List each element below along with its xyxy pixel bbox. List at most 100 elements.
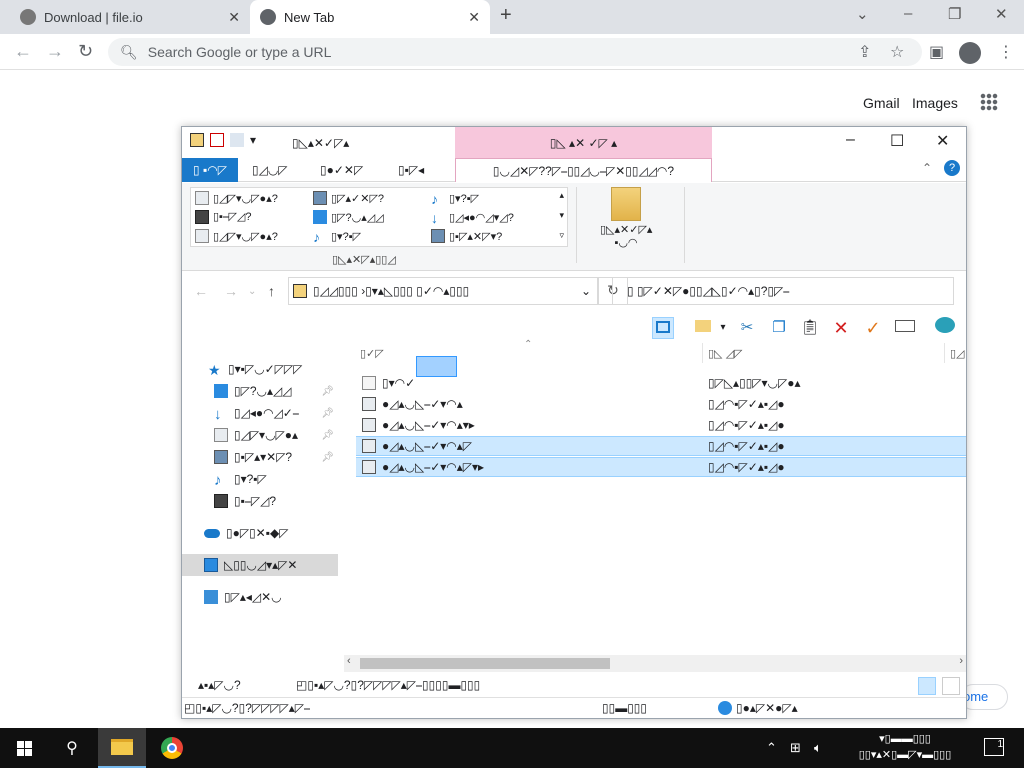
profile-avatar[interactable] [959,42,981,64]
taskbar-clock[interactable]: ▾▯▬▬▯▯▯ ▯▯▾▴✕▯▬◸▾▬▯▯▯ [850,731,960,763]
pin-icon[interactable]: 📌︎ [321,430,334,441]
shell-icon[interactable] [934,317,956,339]
scroll-left-icon[interactable]: ‹ [347,655,351,667]
address-dropdown-icon[interactable]: ⌄ [581,284,591,298]
menu-dots-icon[interactable]: ⋮ [998,42,1014,62]
file-row[interactable]: ●◿▴◡◺⎯✓▾◠▴▾▸ ▯◿◠▪◸✓▴▪◿● [356,415,966,435]
properties-folder-icon[interactable] [692,317,714,339]
taskbar-chrome[interactable] [148,728,196,768]
nav-item-pictures[interactable]: ▯▪◸▴▾✕◸? 📌︎ [182,447,338,467]
minimize-icon[interactable]: – [904,5,912,22]
restore-icon[interactable]: ❐ [948,5,961,23]
tab-compressed-folder-tools[interactable]: ▯◡◿✕◸??◸⎯▯▯◿◡⎯◸✕▯▯◿◿◠? [455,158,712,182]
gmail-link[interactable]: Gmail [863,95,900,111]
close-icon[interactable]: ✕ [936,131,949,151]
column-header-type[interactable]: ▯◺ ◿◸ [708,347,743,360]
layout-list[interactable]: ▯◸?◡▴◿◿ [313,210,384,224]
nav-item-this-pc[interactable]: ◺▯▯◡◿▾▴◸✕ [182,554,338,576]
collapse-ribbon-chevron-icon[interactable]: ⌃ [922,161,932,175]
new-tab-plus-icon[interactable]: + [500,4,512,27]
gallery-down-icon[interactable]: ▾ [559,210,564,221]
recent-locations-icon[interactable]: ⌄ [248,286,256,297]
column-header-size[interactable]: ▯◿ [950,347,965,360]
layout-medium-icons[interactable]: ♪ ▯▾?▪◸ [431,191,479,207]
nav-item-downloads[interactable]: ↓ ▯◿◂●◠◿✓⎯ 📌︎ [182,403,338,424]
bookmark-star-icon[interactable]: ☆ [890,42,904,62]
layout-pictures[interactable]: ▯▪◸▴✕◸▾? [431,229,502,243]
tab-view[interactable]: ▯▪◸◂ [398,158,424,182]
nav-item-network[interactable]: ▯◸▴◂◿✕◡ [182,587,338,607]
layout-content[interactable]: ♪ ▯▾?▪◸ [313,229,361,245]
new-folder-icon[interactable] [230,133,244,147]
details-view-icon[interactable] [918,677,936,695]
tab-download-fileio[interactable]: Download | file.io ✕ [0,0,250,34]
notification-center-icon[interactable]: 1 [984,738,1004,756]
nav-item-music[interactable]: ♪ ▯▾?▪◸ [182,469,338,489]
column-header-name[interactable]: ▯✓◸ [360,347,384,360]
file-row-selected[interactable]: ●◿▴◡◺⎯✓▾◠▴◸▾▸ ▯◿◠▪◸✓▴▪◿● [356,457,966,477]
maximize-icon[interactable]: ☐ [890,131,904,151]
nav-item-videos[interactable]: ▯▪⎯◸◿? [182,491,338,511]
large-icons-view-icon[interactable] [942,677,960,695]
layout-large-icons[interactable]: ▯◸▴✓✕◸? [313,191,384,205]
help-icon[interactable]: ? [944,160,960,176]
tab-share[interactable]: ▯●✓✕◸ [320,158,363,182]
copy-icon[interactable]: ❐ [768,317,790,339]
layout-tiles[interactable]: ▯◿◸▾◡◸●▴? [195,229,278,243]
properties-icon[interactable] [210,133,224,147]
rename-check-icon[interactable]: ✓ [862,317,884,339]
paste-icon[interactable]: 📋︎ [799,317,821,339]
scroll-right-icon[interactable]: › [959,655,963,667]
images-link[interactable]: Images [912,95,958,111]
customize-chrome-button[interactable]: ome [960,684,1008,710]
file-row-selected[interactable]: ●◿▴◡◺⎯✓▾◠▴◸ ▯◿◠▪◸✓▴▪◿● [356,436,966,456]
nav-item-quick-access[interactable]: ★ ▯▾▪◸◡✓◸◸◸ [182,359,338,379]
layout-details[interactable]: ↓ ▯◿◂●◠◿▾◿? [431,210,514,226]
forward-icon[interactable]: → [224,283,238,299]
nav-item-onedrive[interactable]: ▯●◸▯✕▪◆◸ [182,523,338,543]
pin-icon[interactable]: 📌︎ [321,452,334,463]
address-bar[interactable]: ▯◿◿▯▯▯ ›▯▾▴◺▯▯▯ ▯✓◠▴▯▯▯ ⌄ [288,277,598,305]
pin-icon[interactable]: 📌︎ [321,408,334,419]
back-arrow-icon[interactable]: ← [14,41,32,62]
close-tab-icon[interactable]: ✕ [468,9,480,26]
network-tray-icon[interactable]: ⊞ [790,740,801,756]
layout-extra-large-icons[interactable]: ▯◿◸▾◡◸●▴? [195,191,278,205]
search-box[interactable]: ▯ ▯◸✓✕◸●▯▯◿◺▯✓◠▴▯?▯◸⎯ [612,277,954,305]
forward-arrow-icon[interactable]: → [46,41,64,62]
side-panel-icon[interactable]: ▣ [929,42,944,62]
google-apps-grid-icon[interactable] [980,93,998,111]
tab-new-tab[interactable]: New Tab ✕ [250,0,490,34]
back-icon[interactable]: ← [194,283,208,299]
share-icon[interactable]: ⇪ [858,42,871,62]
tab-home[interactable]: ▯◿◡◸ [252,158,288,182]
scrollbar-thumb[interactable] [360,658,610,669]
sort-by-button[interactable]: ▯◺▴✕✓◸▴ ▪◡◠ [600,187,652,249]
file-row[interactable]: ●◿▴◡◺⎯✓▾◠▴ ▯◿◠▪◸✓▴▪◿● [356,394,966,414]
show-hidden-icons-chevron[interactable]: ⌃ [766,740,777,756]
layout-small-icons[interactable]: ▯▪⎯◸◿? [195,210,252,224]
nav-item-desktop[interactable]: ▯◸?◡▴◿◿ 📌︎ [182,381,338,401]
omnibox[interactable]: 🔍︎ [108,38,922,66]
delete-icon[interactable]: ✕ [830,317,852,339]
minimize-icon[interactable]: – [846,131,855,149]
tab-search-chevron-icon[interactable]: ⌄ [856,5,869,23]
reload-icon[interactable]: ↻ [78,41,93,62]
pin-icon[interactable]: 📌︎ [321,386,334,397]
omnibox-input[interactable] [147,44,748,60]
cut-icon[interactable]: ✂ [736,317,758,339]
preview-pane-icon[interactable] [652,317,674,339]
up-icon[interactable]: ↑ [268,283,275,299]
gallery-up-icon[interactable]: ▴ [559,190,564,201]
select-all-icon[interactable] [894,317,916,339]
close-tab-icon[interactable]: ✕ [228,9,240,26]
start-button[interactable] [0,728,48,768]
horizontal-scrollbar[interactable]: ‹ › [344,655,966,672]
qat-dropdown-icon[interactable]: ▾ [250,133,256,147]
tab-file[interactable]: ▯ ▪◠◸ [182,158,238,182]
volume-icon[interactable]: 🔈︎ [814,740,822,756]
nav-item-documents[interactable]: ▯◿◸▾◡◸●▴ 📌︎ [182,425,338,445]
gallery-more-icon[interactable]: ▿ [559,230,564,241]
properties-dropdown-icon[interactable]: ▾ [712,317,734,339]
taskbar-file-explorer[interactable] [98,728,146,768]
